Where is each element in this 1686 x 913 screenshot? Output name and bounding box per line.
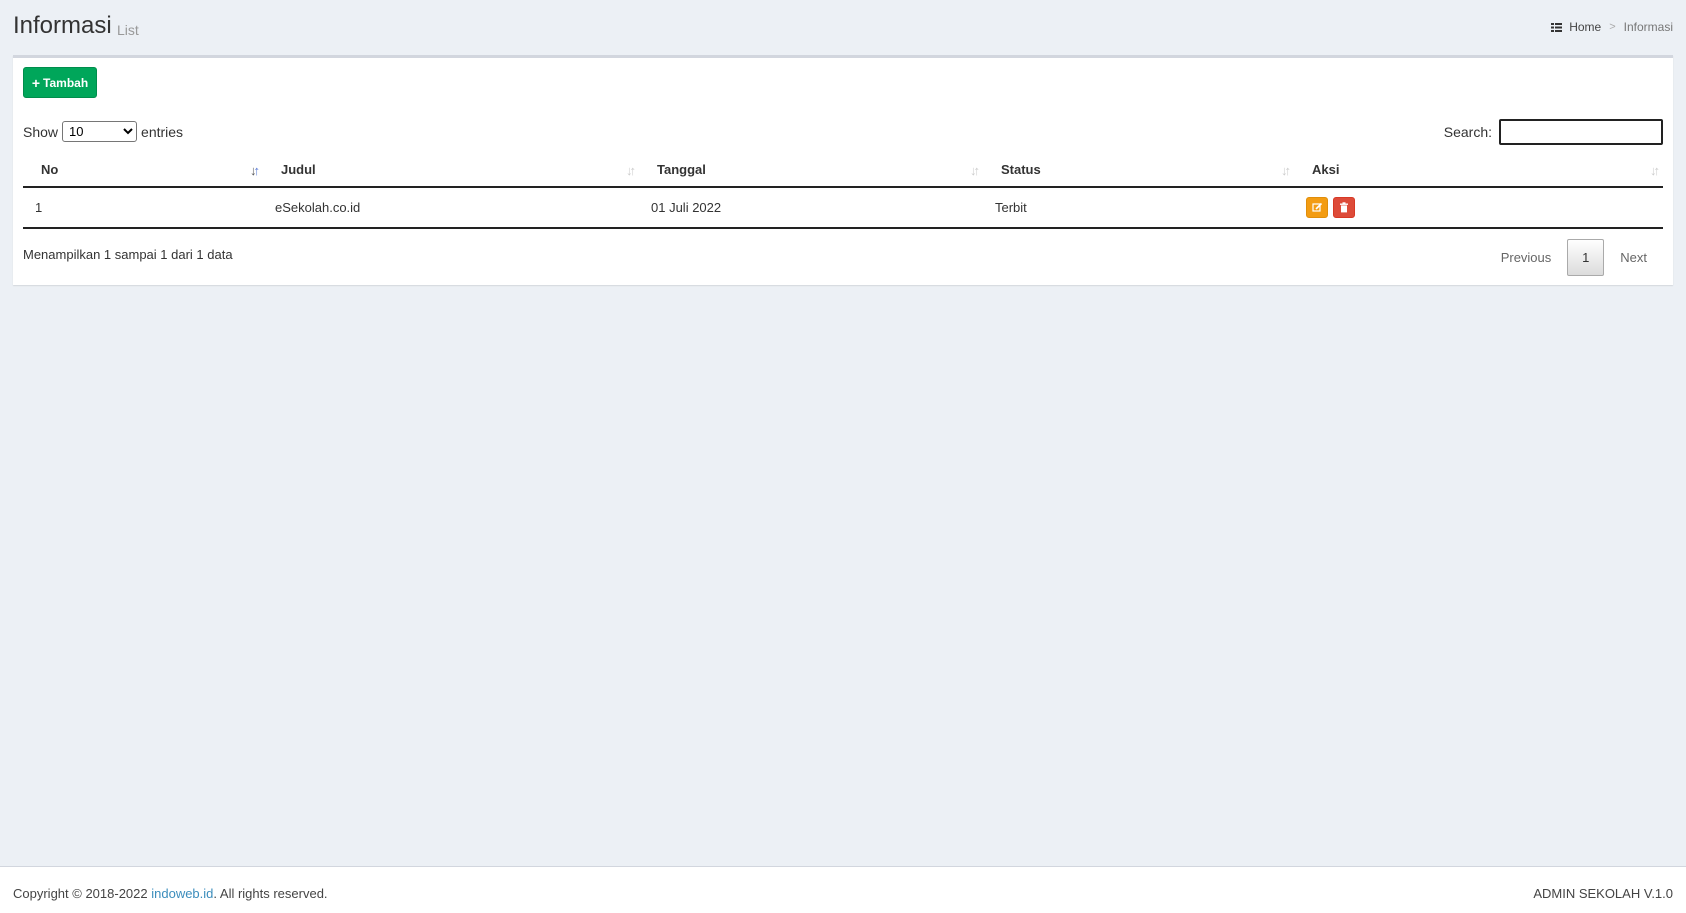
page-subtitle: List	[117, 22, 139, 38]
app-version: ADMIN SEKOLAH V.1.0	[1533, 886, 1673, 901]
add-button-label: Tambah	[43, 75, 89, 90]
delete-button[interactable]	[1332, 197, 1355, 218]
cell-judul: eSekolah.co.id	[263, 187, 639, 229]
next-button[interactable]: Next	[1604, 240, 1663, 276]
breadcrumb-current: Informasi	[1623, 20, 1673, 34]
add-button[interactable]: + Tambah	[23, 67, 97, 98]
column-header-no[interactable]: No ↓↑	[23, 152, 263, 188]
breadcrumb-home-link[interactable]: Home	[1569, 20, 1601, 34]
trash-icon	[1339, 202, 1348, 213]
edit-icon	[1311, 202, 1322, 212]
previous-button[interactable]: Previous	[1485, 240, 1568, 276]
list-box: + Tambah Show 10 entries Search: No ↓↑ J…	[13, 55, 1673, 285]
column-header-tanggal[interactable]: Tanggal ↓↑	[639, 152, 983, 188]
sort-asc-icon: ↓↑	[250, 163, 260, 178]
copyright-prefix: Copyright © 2018-2022	[13, 886, 152, 901]
search-label: Search:	[1443, 124, 1492, 140]
cell-status: Terbit	[983, 187, 1294, 229]
data-table: No ↓↑ Judul ↓↑ Tanggal ↓↑ Status ↓↑ Aksi	[23, 152, 1663, 229]
cell-aksi	[1294, 187, 1663, 229]
content-header: Informasi List Home > Informasi	[13, 12, 1673, 42]
breadcrumb-separator: >	[1609, 21, 1616, 33]
page-button-current[interactable]: 1	[1567, 239, 1605, 276]
footer: Copyright © 2018-2022 indoweb.id. All ri…	[0, 866, 1686, 913]
sort-icon: ↓↑	[1650, 163, 1660, 178]
table-header-row: No ↓↑ Judul ↓↑ Tanggal ↓↑ Status ↓↑ Aksi	[23, 152, 1663, 188]
copyright-suffix: . All rights reserved.	[213, 886, 328, 901]
entries-select[interactable]: 10	[62, 121, 138, 142]
table-row: 1 eSekolah.co.id 01 Juli 2022 Terbit	[23, 187, 1663, 229]
search-input[interactable]	[1499, 119, 1663, 145]
length-suffix: entries	[141, 123, 184, 140]
column-header-status[interactable]: Status ↓↑	[983, 152, 1294, 188]
copyright: Copyright © 2018-2022 indoweb.id. All ri…	[13, 886, 328, 901]
page-title: Informasi	[13, 12, 112, 39]
sort-icon: ↓↑	[1281, 163, 1291, 178]
indoweb-link[interactable]: indoweb.id	[151, 886, 213, 901]
breadcrumb: Home > Informasi	[1551, 20, 1673, 34]
column-header-aksi[interactable]: Aksi ↓↑	[1294, 152, 1663, 188]
column-header-judul[interactable]: Judul ↓↑	[263, 152, 639, 188]
pagination: Previous 1 Next	[1485, 239, 1663, 276]
sort-icon: ↓↑	[626, 163, 636, 178]
length-prefix: Show	[23, 123, 59, 140]
cell-tanggal: 01 Juli 2022	[639, 187, 983, 229]
search-control: Search:	[1444, 119, 1663, 145]
edit-button[interactable]	[1306, 197, 1328, 218]
table-info: Menampilkan 1 sampai 1 dari 1 data	[23, 247, 233, 262]
entries-length-control: Show 10 entries	[23, 121, 183, 142]
grid-icon	[1551, 22, 1563, 32]
plus-icon: +	[31, 74, 41, 91]
cell-no: 1	[23, 187, 263, 229]
sort-icon: ↓↑	[970, 163, 980, 178]
